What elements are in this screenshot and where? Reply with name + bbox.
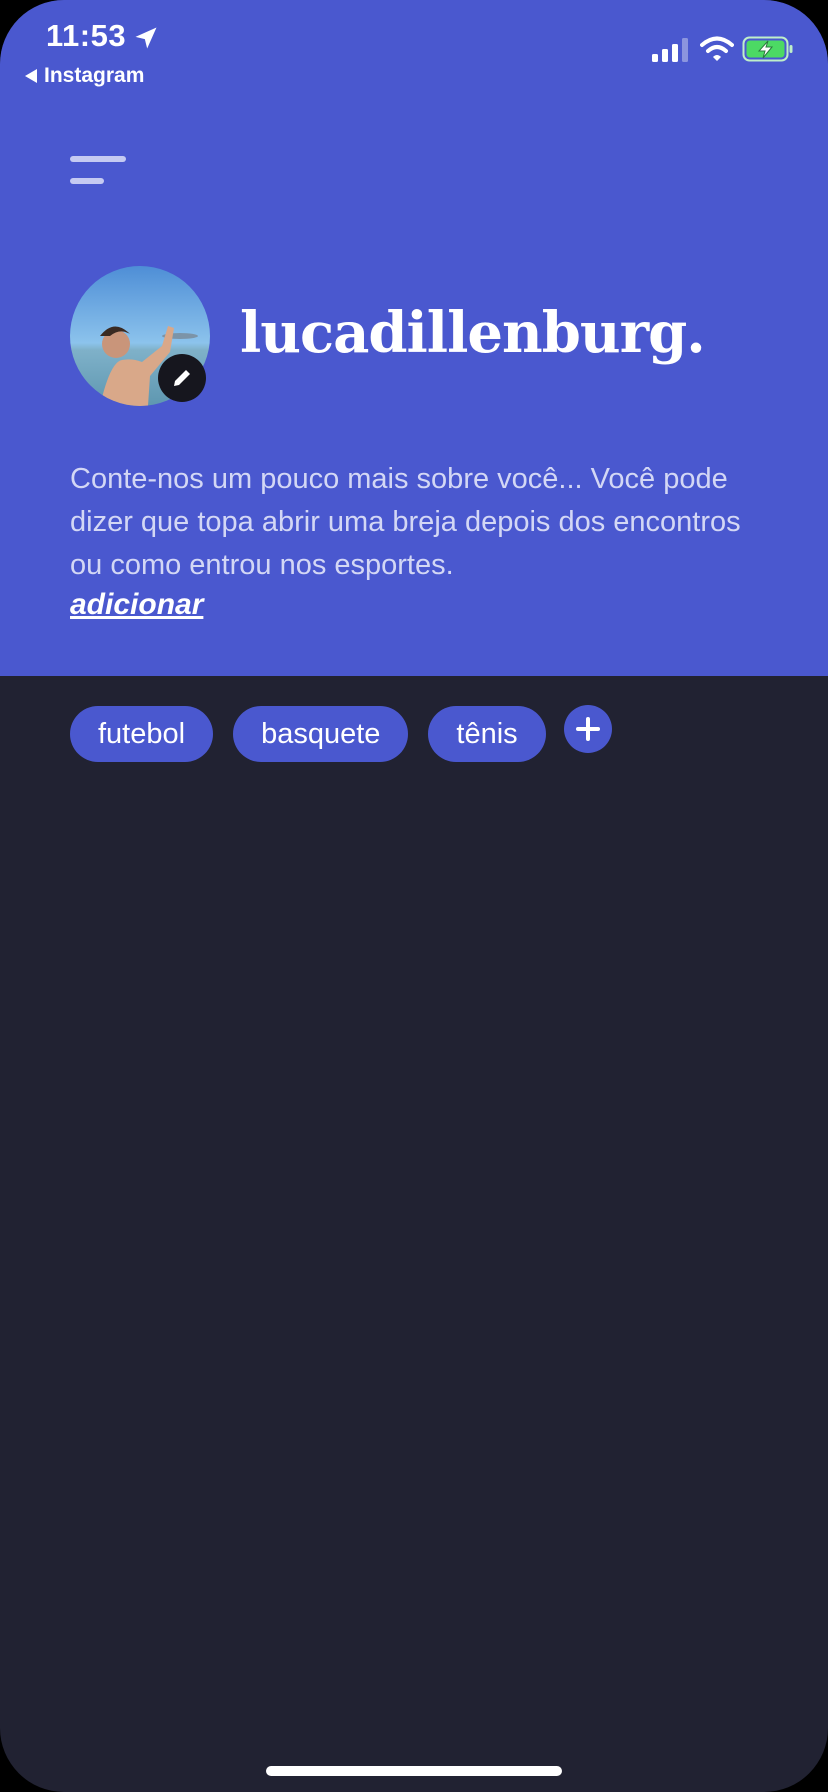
battery-charging-icon — [742, 36, 793, 62]
pencil-icon — [174, 370, 190, 386]
profile-header: 11:53 Instagram lucadillenburg. Conte-no… — [0, 0, 828, 676]
bio-placeholder: Conte-nos um pouco mais sobre você... Vo… — [70, 463, 741, 581]
wifi-icon — [700, 36, 734, 61]
tag-basquete[interactable]: basquete — [233, 706, 409, 762]
sport-tags: futebol basquete tênis — [70, 705, 612, 762]
location-arrow-icon — [135, 27, 157, 49]
add-bio-link[interactable]: adicionar — [70, 588, 203, 622]
hamburger-icon — [70, 156, 126, 162]
back-to-app-button[interactable]: Instagram — [24, 64, 144, 88]
cellular-signal-icon — [652, 38, 688, 62]
back-app-label: Instagram — [44, 64, 145, 87]
username: lucadillenburg. — [240, 300, 706, 366]
plus-icon — [575, 717, 600, 741]
edit-avatar-button[interactable] — [158, 354, 206, 402]
hamburger-icon-line — [70, 178, 104, 184]
status-time: 11:53 — [46, 18, 127, 53]
home-indicator[interactable] — [266, 1766, 562, 1776]
menu-button[interactable] — [68, 152, 128, 192]
add-tag-button[interactable] — [563, 705, 612, 753]
phone-screen: 11:53 Instagram lucadillenburg. Conte-no… — [0, 0, 828, 1792]
tag-tenis[interactable]: tênis — [428, 706, 546, 762]
back-triangle-icon — [25, 69, 37, 83]
tag-futebol[interactable]: futebol — [70, 706, 214, 762]
